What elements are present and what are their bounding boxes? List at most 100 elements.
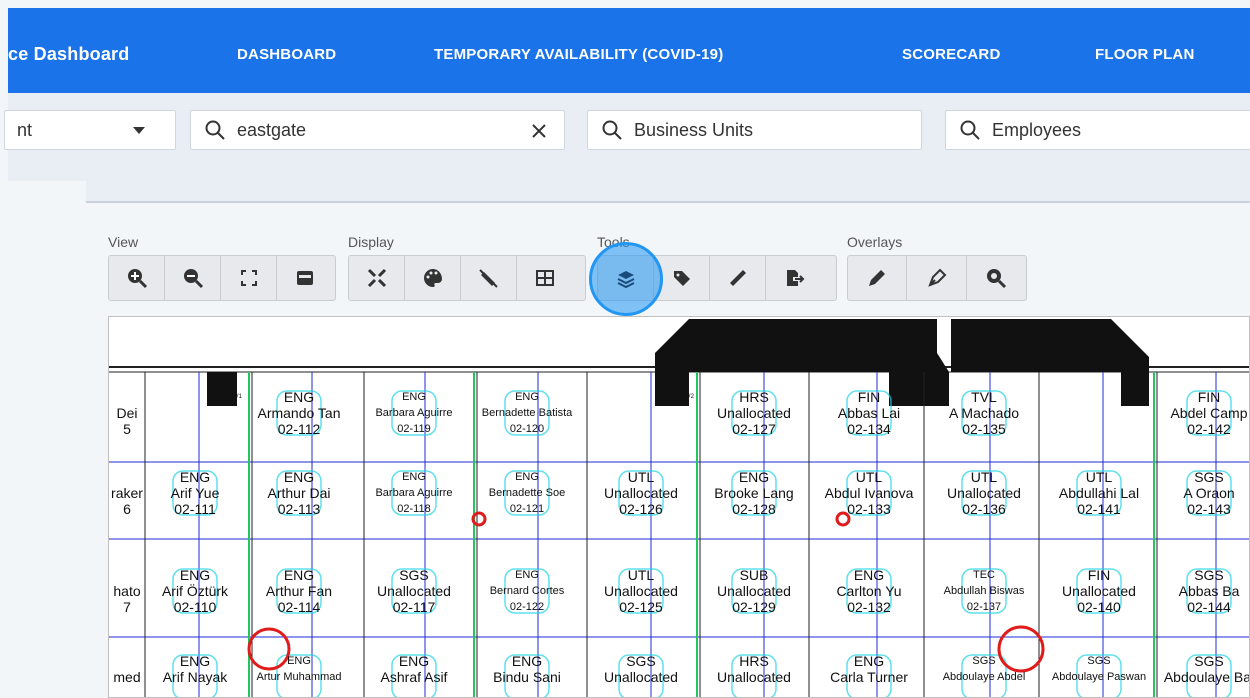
desk-cell[interactable]: HRS Unallocated bbox=[697, 653, 811, 697]
desk-cell[interactable]: SGS Abdoulaye Bai bbox=[1152, 653, 1249, 697]
desk-cell[interactable]: ENG Brooke Lang 02-128 bbox=[697, 469, 811, 517]
employees-field[interactable]: Employees bbox=[945, 110, 1250, 150]
occupant-name: Arthur Fan bbox=[265, 583, 333, 599]
desk-number: 02-118 bbox=[397, 503, 431, 515]
expand-button[interactable] bbox=[349, 256, 405, 300]
desk-cell[interactable]: ENG Armando Tan 02-112 bbox=[242, 389, 356, 437]
desk-cell[interactable]: FIN Unallocated 02-140 bbox=[1042, 567, 1156, 615]
desk-number: 02-135 bbox=[962, 421, 1006, 437]
building-dropdown[interactable]: nt bbox=[4, 110, 176, 150]
pencil-button[interactable] bbox=[848, 256, 908, 300]
occupant-name: Carla Turner bbox=[830, 669, 908, 685]
desk-number bbox=[584, 685, 698, 697]
business-unit-code: HRS bbox=[739, 389, 769, 405]
desk-cell[interactable]: Dei 5 bbox=[109, 389, 184, 437]
desk-cell[interactable]: FIN Abbas Lai 02-134 bbox=[812, 389, 926, 437]
nav-dashboard[interactable]: DASHBOARD bbox=[237, 46, 336, 63]
desk-cell[interactable]: ENG Ashraf Asif bbox=[357, 653, 471, 697]
desk-cell[interactable]: TVL A Machado 02-135 bbox=[927, 389, 1041, 437]
desk-cell[interactable]: FIN Abdel Camp 02-142 bbox=[1152, 389, 1249, 437]
view-group-label: View bbox=[108, 234, 139, 250]
desk-cell[interactable]: UTL Abdul Ivanova 02-133 bbox=[812, 469, 926, 517]
nav-scorecard[interactable]: SCORECARD bbox=[902, 46, 1000, 63]
business-unit-code: ENG bbox=[515, 471, 539, 483]
desk-cell[interactable]: ENG Carlton Yu 02-132 bbox=[812, 567, 926, 615]
desk-cell[interactable]: ENG Barbara Aguirre 02-119 bbox=[357, 389, 471, 437]
desk-cell[interactable]: ENG Arif Nayak bbox=[138, 653, 252, 697]
desk-number bbox=[1042, 685, 1156, 697]
business-unit-code: HRS bbox=[739, 653, 769, 669]
business-unit-code: TVL bbox=[971, 389, 997, 405]
occupant-name: Arif Öztürk bbox=[161, 583, 229, 599]
desk-cell[interactable]: ENG Bernadette Batista 02-120 bbox=[470, 389, 584, 437]
desk-cell[interactable]: ENG Arif Yue 02-111 bbox=[138, 469, 252, 517]
desk-cell[interactable]: UTL Abdullahi Lal 02-141 bbox=[1042, 469, 1156, 517]
window-button[interactable] bbox=[277, 256, 333, 300]
desk-cell[interactable]: SGS Abdoulaye Abdel bbox=[927, 653, 1041, 697]
layers-highlight[interactable] bbox=[589, 242, 663, 316]
business-unit-code: UTL bbox=[627, 469, 655, 485]
nav-floor-plan[interactable]: FLOOR PLAN bbox=[1095, 46, 1195, 63]
desk-cell[interactable]: ENG Barbara Aguirre 02-118 bbox=[357, 469, 471, 517]
grid-button[interactable] bbox=[517, 256, 573, 300]
desk-cell[interactable]: HRS Unallocated 02-127 bbox=[697, 389, 811, 437]
location-search-field[interactable]: eastgate bbox=[190, 110, 565, 150]
desk-cell[interactable]: ENG Arthur Fan 02-114 bbox=[242, 567, 356, 615]
desk-number: 02-133 bbox=[847, 501, 891, 517]
room-label: COL_V3 bbox=[1121, 394, 1145, 400]
desk-cell[interactable]: UTL Unallocated 02-125 bbox=[584, 567, 698, 615]
desk-cell[interactable]: ENG Carla Turner bbox=[812, 653, 926, 697]
desk-cell[interactable]: SGS Unallocated bbox=[584, 653, 698, 697]
business-unit-code: ENG bbox=[515, 569, 539, 581]
desk-cell[interactable]: ENG Bindu Sani bbox=[470, 653, 584, 697]
desk-cell[interactable]: TEC Abdullah Biswas 02-137 bbox=[927, 567, 1041, 615]
desk-cell[interactable]: ENG Arthur Dai 02-113 bbox=[242, 469, 356, 517]
desk-cell[interactable]: SGS A Oraon 02-143 bbox=[1152, 469, 1249, 517]
desk-cell[interactable]: UTL Unallocated 02-136 bbox=[927, 469, 1041, 517]
desk-cell[interactable]: SGS Abbas Ba 02-144 bbox=[1152, 567, 1249, 615]
desk-number: 02-125 bbox=[619, 599, 663, 615]
floor-plan-canvas[interactable]: COL_V1 COL_V2 COL_V3 Dei 5 ENG Armando Tan 0… bbox=[108, 316, 1250, 698]
occupant-name: Abbas Ba bbox=[1178, 583, 1240, 599]
room-label: COL_V1 bbox=[219, 394, 243, 400]
export-button[interactable] bbox=[766, 256, 822, 300]
desk-cell[interactable]: SGS Abdoulaye Paswan bbox=[1042, 653, 1156, 697]
caret-down-icon bbox=[133, 127, 145, 134]
zoom-out-button[interactable] bbox=[165, 256, 221, 300]
occupant-name: Barbara Aguirre bbox=[375, 407, 453, 419]
occupant-name: Bernadette Batista bbox=[481, 407, 573, 419]
business-unit-code: ENG bbox=[402, 471, 426, 483]
employees-placeholder: Employees bbox=[992, 120, 1082, 140]
nav-temporary-availability[interactable]: TEMPORARY AVAILABILITY (COVID-19) bbox=[434, 46, 723, 63]
business-unit-code: SGS bbox=[1194, 653, 1224, 669]
occupant-name: Abdul Ivanova bbox=[824, 485, 914, 501]
desk-cell[interactable]: UTL Unallocated 02-126 bbox=[584, 469, 698, 517]
business-unit-code: SGS bbox=[1194, 567, 1224, 583]
desk-number: 02-142 bbox=[1187, 421, 1231, 437]
ruler-button[interactable] bbox=[710, 256, 766, 300]
pen-button[interactable] bbox=[907, 256, 967, 300]
desk-cell[interactable]: ENG Bernard Cortes 02-122 bbox=[470, 567, 584, 615]
desk-number: 02-113 bbox=[277, 501, 321, 517]
occupant-name: Bindu Sani bbox=[493, 669, 561, 685]
business-unit-code: ENG bbox=[738, 469, 770, 485]
business-units-field[interactable]: Business Units bbox=[587, 110, 922, 150]
desk-cell[interactable]: SGS Unallocated 02-117 bbox=[357, 567, 471, 615]
desk-cell[interactable]: SUB Unallocated 02-129 bbox=[697, 567, 811, 615]
occupant-name: Carlton Yu bbox=[836, 583, 902, 599]
search-zoom-button[interactable] bbox=[967, 256, 1026, 300]
desk-cell[interactable]: ENG Arif Öztürk 02-110 bbox=[138, 567, 252, 615]
no-highlight-button[interactable] bbox=[461, 256, 517, 300]
clear-icon[interactable] bbox=[531, 123, 547, 139]
fullscreen-button[interactable] bbox=[221, 256, 277, 300]
occupant-name: Ashraf Asif bbox=[380, 669, 448, 685]
app-title[interactable]: ce Dashboard bbox=[8, 44, 129, 65]
ruler-icon bbox=[729, 270, 746, 286]
palette-button[interactable] bbox=[405, 256, 461, 300]
display-toolbar bbox=[348, 255, 586, 301]
business-unit-code: UTL bbox=[970, 469, 998, 485]
zoom-in-button[interactable] bbox=[109, 256, 165, 300]
occupant-name: Abdullahi Lal bbox=[1058, 485, 1140, 501]
desk-cell[interactable]: ENG Artur Muhammad bbox=[242, 653, 356, 697]
desk-cell[interactable]: ENG Bernadette Soe 02-121 bbox=[470, 469, 584, 517]
